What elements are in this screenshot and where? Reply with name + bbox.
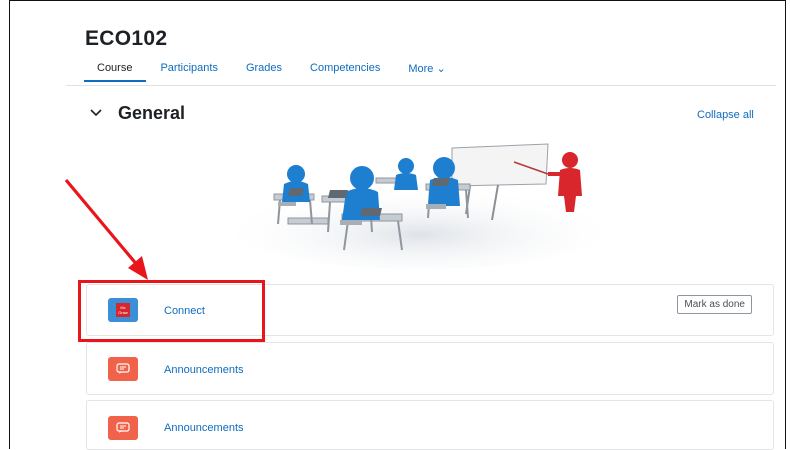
- course-title: ECO102: [85, 27, 168, 50]
- collapse-all-link[interactable]: Collapse all: [697, 109, 754, 121]
- activity-announcements: Announcements: [86, 400, 774, 450]
- tab-course[interactable]: Course: [84, 62, 147, 82]
- course-nav-tabs: Course Participants Grades Competencies …: [84, 62, 460, 82]
- section-title: General: [118, 103, 186, 123]
- forum-icon[interactable]: [108, 357, 138, 381]
- tab-grades[interactable]: Grades: [232, 62, 296, 82]
- tab-competencies[interactable]: Competencies: [296, 62, 394, 82]
- tab-more[interactable]: More ⌄: [394, 62, 459, 82]
- forum-icon[interactable]: [108, 416, 138, 440]
- tabs-divider: [66, 85, 776, 86]
- highlight-box: [78, 280, 265, 342]
- mark-as-done-button[interactable]: Mark as done: [677, 295, 752, 314]
- activity-announcements: Announcements: [86, 342, 774, 395]
- tab-participants[interactable]: Participants: [146, 62, 231, 82]
- activity-link-announcements[interactable]: Announcements: [164, 422, 244, 434]
- chevron-down-icon[interactable]: [90, 104, 102, 120]
- section-image: [230, 140, 628, 270]
- activity-link-announcements[interactable]: Announcements: [164, 364, 244, 376]
